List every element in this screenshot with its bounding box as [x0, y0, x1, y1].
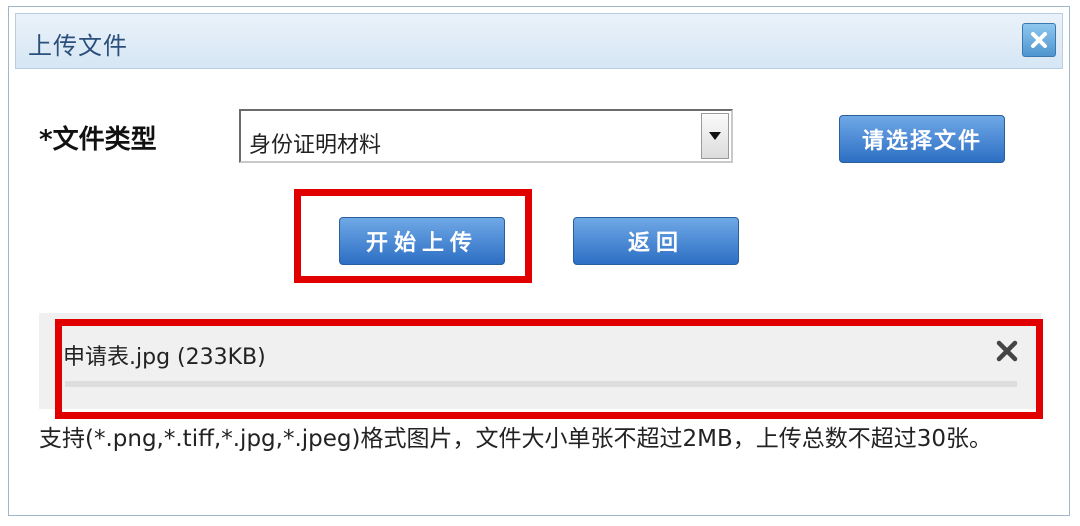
file-type-select[interactable]: 身份证明材料 — [239, 109, 733, 163]
format-hint: 支持(*.png,*.tiff,*.jpg,*.jpeg)格式图片，文件大小单张… — [39, 426, 993, 452]
dialog-titlebar: 上传文件 — [15, 13, 1063, 69]
file-type-label: *文件类型 — [39, 125, 157, 155]
close-icon — [1031, 32, 1047, 48]
file-item-highlight — [55, 319, 1043, 419]
upload-dialog: 上传文件 *文件类型 身份证明材料 请选择文件 开始上传 返回 申请表.jpg … — [8, 6, 1070, 516]
dropdown-arrow[interactable] — [701, 113, 729, 159]
dialog-title: 上传文件 — [28, 32, 128, 60]
start-upload-button[interactable]: 开始上传 — [339, 217, 505, 265]
file-type-selected-value: 身份证明材料 — [249, 133, 382, 158]
chevron-down-icon — [709, 132, 721, 140]
back-button[interactable]: 返回 — [573, 217, 739, 265]
dialog-close-button[interactable] — [1022, 23, 1056, 57]
choose-file-button[interactable]: 请选择文件 — [839, 115, 1005, 163]
